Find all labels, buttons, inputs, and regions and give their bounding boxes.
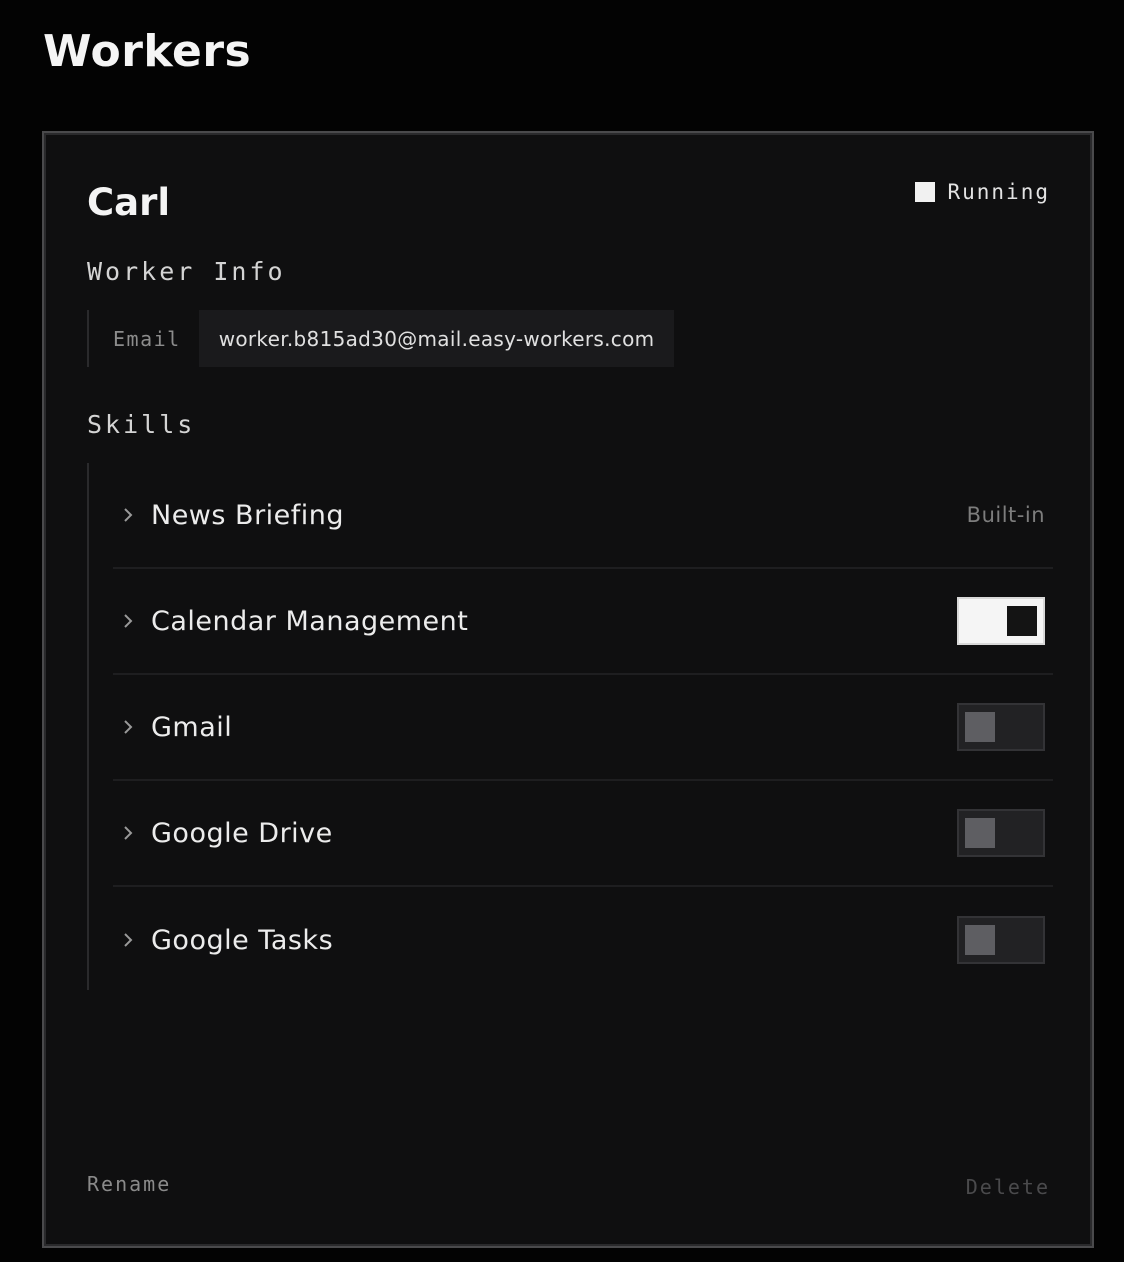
- skill-label: Google Tasks: [151, 924, 334, 956]
- skills-heading: Skills: [87, 410, 196, 439]
- chevron-right-icon[interactable]: [117, 716, 139, 738]
- toggle-knob: [965, 925, 995, 955]
- chevron-right-icon[interactable]: [117, 504, 139, 526]
- skill-label: Calendar Management: [151, 605, 469, 637]
- toggle-knob: [965, 712, 995, 742]
- built-in-badge: Built-in: [966, 503, 1045, 527]
- skill-label: Google Drive: [151, 817, 333, 849]
- email-label: Email: [113, 326, 181, 351]
- worker-info-heading: Worker Info: [87, 257, 286, 286]
- email-value: worker.b815ad30@mail.easy-workers.com: [198, 310, 675, 367]
- skill-row-news-briefing[interactable]: News Briefing Built-in: [113, 463, 1053, 569]
- status-square-icon: [915, 182, 936, 202]
- skill-row-google-drive[interactable]: Google Drive: [113, 781, 1053, 887]
- skill-label: Gmail: [151, 711, 233, 743]
- email-info-row: Email worker.b815ad30@mail.easy-workers.…: [87, 310, 675, 367]
- worker-name: Carl: [87, 181, 171, 224]
- rename-button[interactable]: Rename: [87, 1172, 171, 1196]
- google-tasks-toggle[interactable]: [957, 916, 1045, 964]
- page-title: Workers: [43, 26, 252, 77]
- worker-card: Carl Running Worker Info Email worker.b8…: [42, 131, 1094, 1248]
- chevron-right-icon[interactable]: [117, 929, 139, 951]
- status-indicator: Running: [915, 180, 1050, 204]
- skill-row-gmail[interactable]: Gmail: [113, 675, 1053, 781]
- toggle-knob: [1007, 606, 1037, 636]
- calendar-management-toggle[interactable]: [957, 597, 1045, 645]
- toggle-knob: [965, 818, 995, 848]
- skill-label: News Briefing: [151, 499, 345, 531]
- google-drive-toggle[interactable]: [957, 809, 1045, 857]
- chevron-right-icon[interactable]: [117, 822, 139, 844]
- skill-row-google-tasks[interactable]: Google Tasks: [113, 887, 1053, 993]
- status-label: Running: [947, 180, 1050, 204]
- gmail-toggle[interactable]: [957, 703, 1045, 751]
- skills-list: News Briefing Built-in Calendar Manageme…: [87, 463, 1053, 990]
- skill-row-calendar-management[interactable]: Calendar Management: [113, 569, 1053, 675]
- chevron-right-icon[interactable]: [117, 610, 139, 632]
- delete-button[interactable]: Delete: [966, 1175, 1050, 1199]
